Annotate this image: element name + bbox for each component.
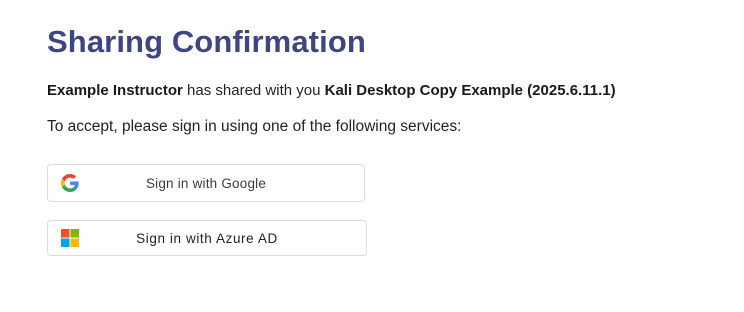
sharer-name: Example Instructor [47, 82, 183, 99]
share-message-text: has shared with you [182, 82, 325, 99]
share-message: Example Instructor has shared with you K… [47, 82, 616, 99]
google-g-icon [61, 174, 79, 192]
sign-in-with-azure-ad-button[interactable]: Sign in with Azure AD [47, 220, 367, 256]
page-title: Sharing Confirmation [47, 24, 366, 59]
azure-button-label: Sign in with Azure AD [136, 230, 278, 246]
google-button-label: Sign in with Google [145, 175, 267, 191]
signin-instruction: To accept, please sign in using one of t… [47, 118, 462, 135]
shared-item-name: Kali Desktop Copy Example (2025.6.11.1) [324, 82, 616, 99]
microsoft-logo-icon [61, 229, 79, 247]
sign-in-with-google-button[interactable]: Sign in with Google [47, 164, 365, 202]
